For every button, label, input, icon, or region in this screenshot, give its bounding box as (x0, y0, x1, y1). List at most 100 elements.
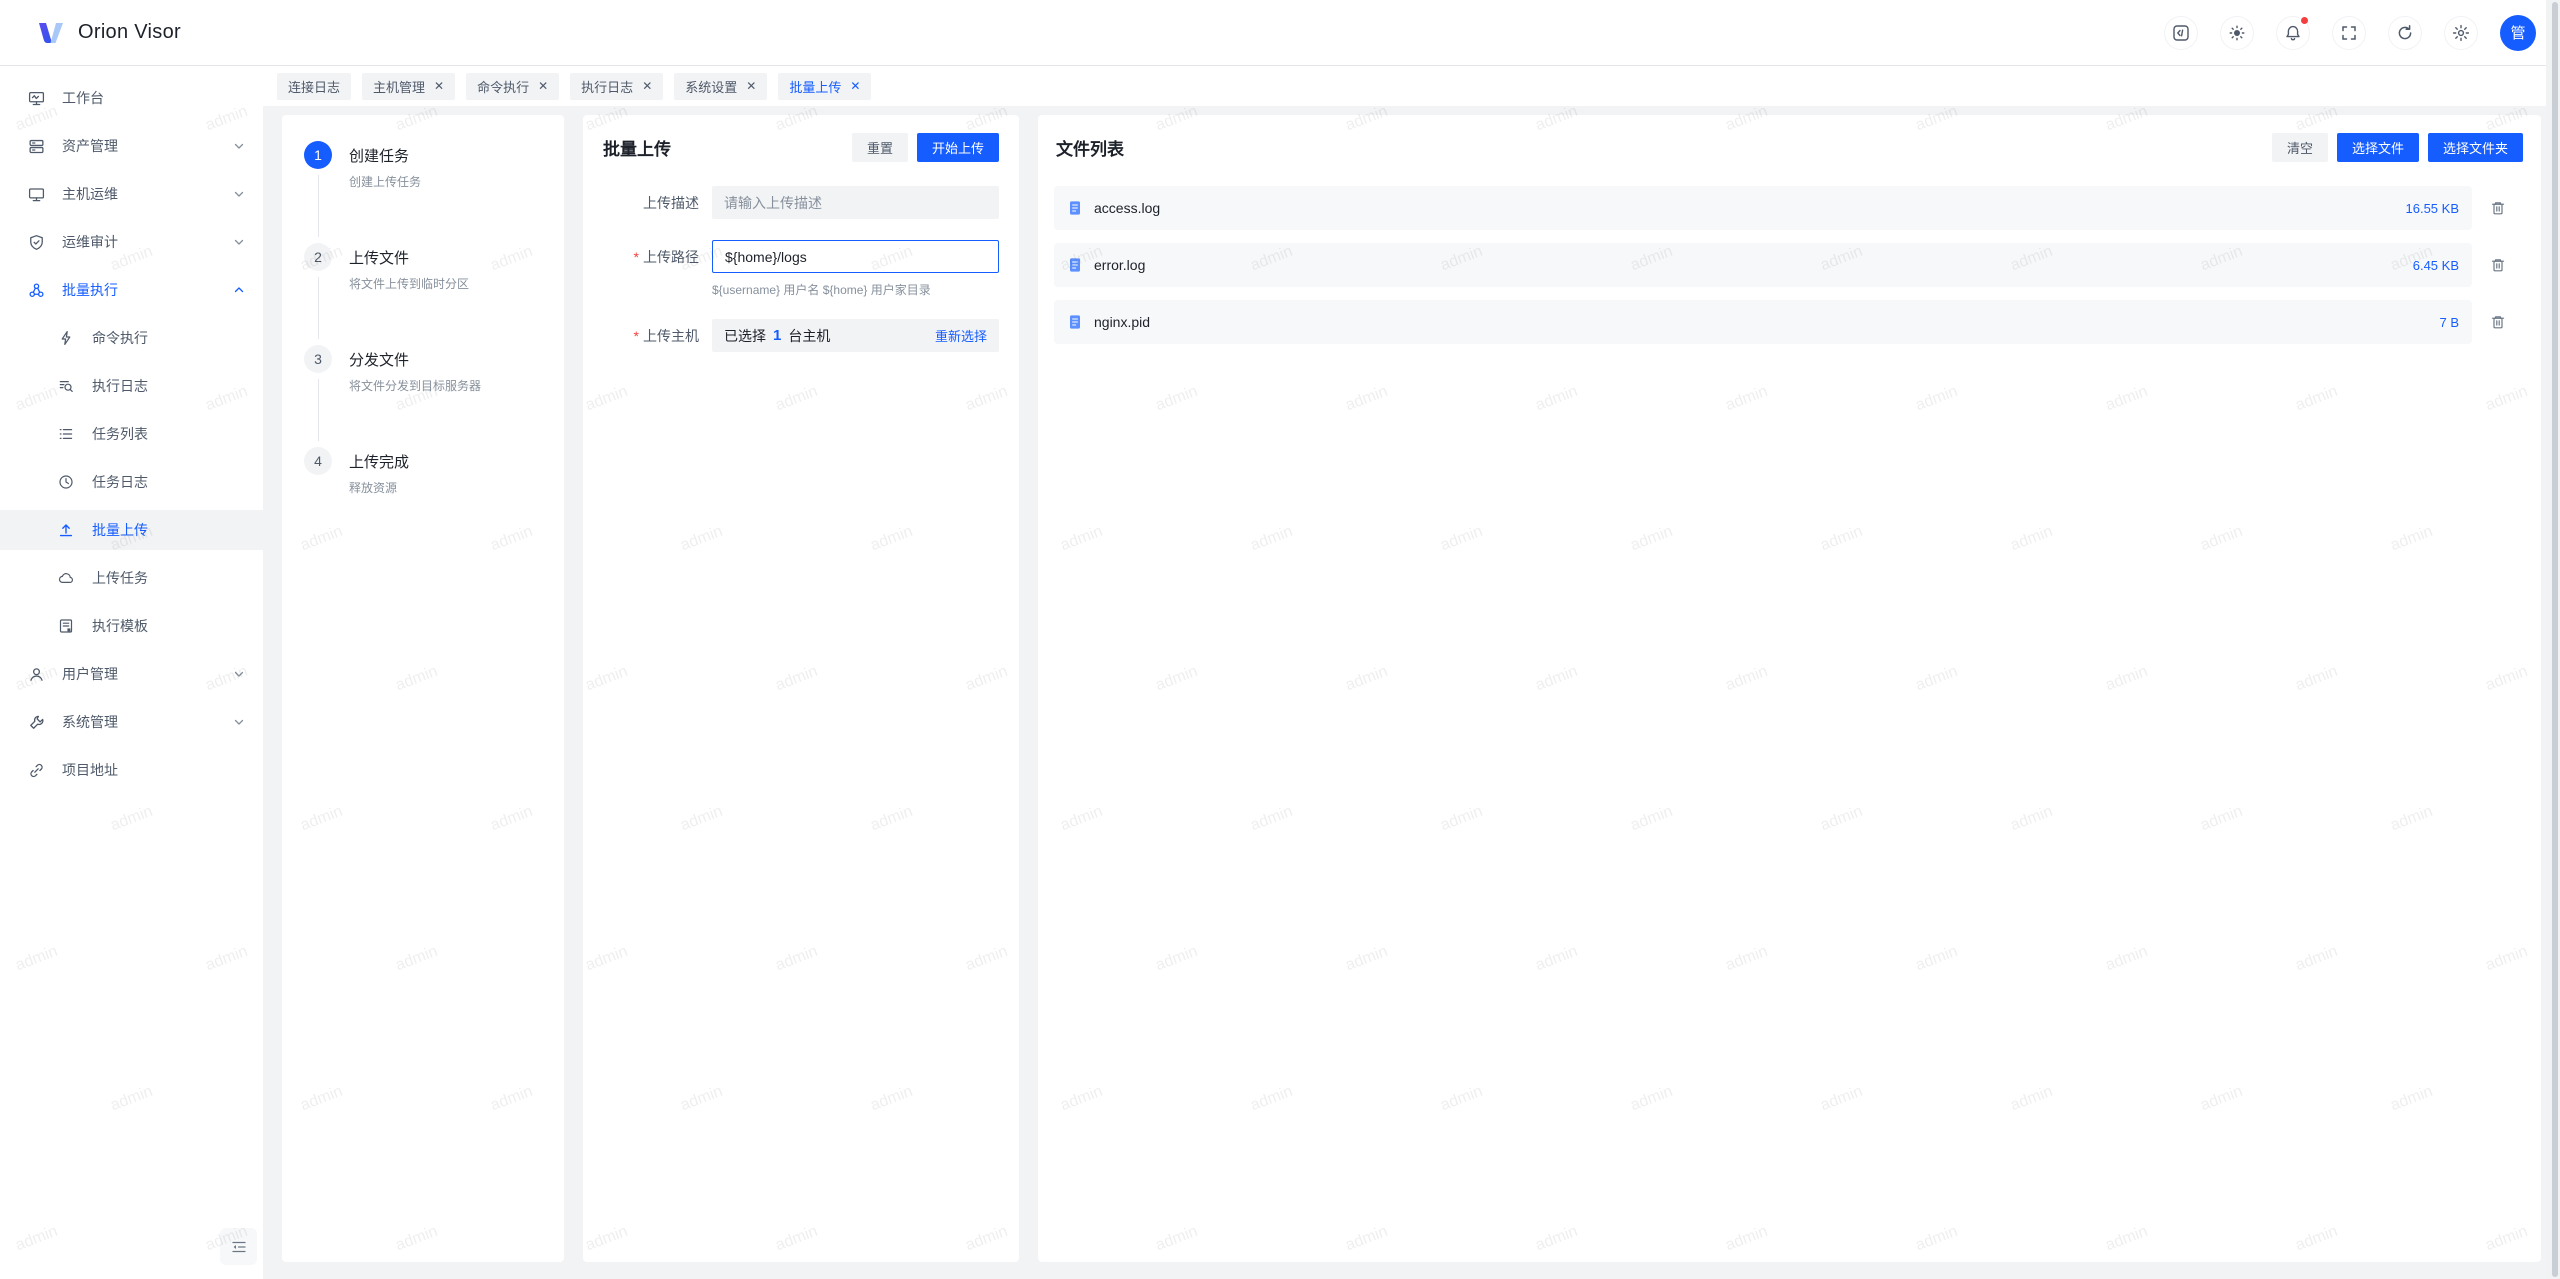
settings-gear-icon[interactable] (2444, 16, 2478, 50)
tab-command-exec[interactable]: 命令执行 ✕ (466, 73, 559, 100)
file-size: 6.45 KB (2413, 258, 2459, 273)
sidebar-item-user-mgmt[interactable]: 用户管理 (0, 654, 263, 694)
close-icon[interactable]: ✕ (434, 80, 444, 92)
refresh-icon[interactable] (2388, 16, 2422, 50)
sidebar-item-label: 批量执行 (62, 280, 118, 300)
reselect-hosts-link[interactable]: 重新选择 (935, 326, 987, 345)
file-name: nginx.pid (1094, 314, 1150, 330)
sidebar-item-task-log[interactable]: 任务日志 (0, 462, 263, 502)
sidebar-item-host-ops[interactable]: 主机运维 (0, 174, 263, 214)
start-upload-button[interactable]: 开始上传 (917, 133, 999, 162)
sidebar-item-task-list[interactable]: 任务列表 (0, 414, 263, 454)
main-area: 连接日志 主机管理 ✕ 命令执行 ✕ 执行日志 ✕ 系统设置 ✕ 批量上传 ✕ (263, 66, 2560, 1279)
step-create-task: 1 创建任务 创建上传任务 (304, 141, 542, 243)
file-size: 16.55 KB (2406, 201, 2460, 216)
file-row: error.log 6.45 KB (1054, 243, 2472, 287)
notifications-bell-icon[interactable] (2276, 16, 2310, 50)
step-number: 1 (304, 141, 332, 169)
step-title: 分发文件 (349, 345, 481, 370)
delete-file-icon[interactable] (2490, 200, 2507, 216)
tab-sys-settings[interactable]: 系统设置 ✕ (674, 73, 767, 100)
step-desc: 创建上传任务 (349, 173, 421, 190)
close-icon[interactable]: ✕ (746, 80, 756, 92)
step-upload-files: 2 上传文件 将文件上传到临时分区 (304, 243, 542, 345)
delete-file-icon[interactable] (2490, 314, 2507, 330)
chevron-up-icon (233, 284, 245, 296)
tab-label: 连接日志 (288, 77, 340, 96)
upload-path-input[interactable] (712, 240, 999, 273)
fullscreen-icon[interactable] (2332, 16, 2366, 50)
code-square-icon[interactable] (2164, 16, 2198, 50)
theme-toggle-icon[interactable] (2220, 16, 2254, 50)
file-line: nginx.pid 7 B (1054, 300, 2523, 344)
step-distribute-files: 3 分发文件 将文件分发到目标服务器 (304, 345, 542, 447)
sidebar-item-exec-template[interactable]: 执行模板 (0, 606, 263, 646)
clock-icon (58, 474, 75, 491)
sidebar-item-command-exec[interactable]: 命令执行 (0, 318, 263, 358)
tab-host-mgmt[interactable]: 主机管理 ✕ (362, 73, 455, 100)
reset-button[interactable]: 重置 (852, 133, 908, 162)
sidebar-item-batch-exec[interactable]: 批量执行 (0, 270, 263, 310)
list-icon (58, 426, 75, 443)
sidebar-item-label: 项目地址 (62, 760, 118, 780)
assets-icon (28, 138, 45, 155)
sidebar-item-project-url[interactable]: 项目地址 (0, 750, 263, 790)
path-hint: ${username} 用户名 ${home} 用户家目录 (712, 281, 999, 298)
file-icon (1067, 200, 1083, 216)
user-avatar[interactable]: 管 (2500, 15, 2536, 51)
tab-connect-log[interactable]: 连接日志 (277, 73, 351, 100)
description-label: 上传描述 (603, 186, 699, 219)
sidebar-item-batch-upload[interactable]: 批量上传 (0, 510, 263, 550)
sidebar-item-exec-log[interactable]: 执行日志 (0, 366, 263, 406)
window-scrollbar[interactable] (2546, 0, 2560, 1279)
topbar-actions: 管 (2164, 15, 2536, 51)
link-icon (28, 762, 45, 779)
lightning-icon (58, 330, 75, 347)
close-icon[interactable]: ✕ (642, 80, 652, 92)
sidebar-item-label: 任务列表 (92, 424, 148, 444)
cloud-icon (58, 570, 75, 587)
file-size: 7 B (2439, 315, 2459, 330)
select-file-button[interactable]: 选择文件 (2337, 133, 2419, 162)
file-line: access.log 16.55 KB (1054, 186, 2523, 230)
tab-exec-log[interactable]: 执行日志 ✕ (570, 73, 663, 100)
sidebar-item-sys-mgmt[interactable]: 系统管理 (0, 702, 263, 742)
delete-file-icon[interactable] (2490, 257, 2507, 273)
sidebar-item-label: 命令执行 (92, 328, 148, 348)
sidebar-item-label: 上传任务 (92, 568, 148, 588)
sidebar-item-assets[interactable]: 资产管理 (0, 126, 263, 166)
upload-form-panel: 批量上传 重置 开始上传 上传描述 上传路径 ${ (583, 115, 1019, 1262)
collapse-sidebar-button[interactable] (220, 1228, 257, 1265)
sidebar-item-label: 资产管理 (62, 136, 118, 156)
brand: Orion Visor (36, 18, 181, 48)
tab-batch-upload[interactable]: 批量上传 ✕ (778, 73, 871, 100)
sidebar-item-label: 工作台 (62, 88, 104, 108)
close-icon[interactable]: ✕ (538, 80, 548, 92)
step-number: 4 (304, 447, 332, 475)
file-row: nginx.pid 7 B (1054, 300, 2472, 344)
close-icon[interactable]: ✕ (850, 80, 860, 92)
template-icon (58, 618, 75, 635)
sidebar-item-workbench[interactable]: 工作台 (0, 78, 263, 118)
chevron-down-icon (233, 188, 245, 200)
form-item-hosts: 上传主机 已选择 1 台主机 重新选择 (603, 319, 999, 352)
path-label: 上传路径 (603, 240, 699, 298)
sidebar-item-upload-task[interactable]: 上传任务 (0, 558, 263, 598)
scrollbar-thumb[interactable] (2552, 2, 2558, 1277)
tabbar: 连接日志 主机管理 ✕ 命令执行 ✕ 执行日志 ✕ 系统设置 ✕ 批量上传 ✕ (263, 66, 2560, 106)
panel-title: 文件列表 (1056, 135, 1124, 160)
step-number: 3 (304, 345, 332, 373)
clear-files-button[interactable]: 清空 (2272, 133, 2328, 162)
step-desc: 将文件分发到目标服务器 (349, 377, 481, 394)
step-number: 2 (304, 243, 332, 271)
panel-title: 批量上传 (603, 135, 671, 160)
sidebar-item-audit[interactable]: 运维审计 (0, 222, 263, 262)
file-line: error.log 6.45 KB (1054, 243, 2523, 287)
sidebar: 工作台 资产管理 主机运维 (0, 66, 263, 1279)
select-folder-button[interactable]: 选择文件夹 (2428, 133, 2523, 162)
file-list-panel: 文件列表 清空 选择文件 选择文件夹 access.log 16 (1038, 115, 2541, 1262)
sidebar-item-label: 主机运维 (62, 184, 118, 204)
upload-description-input[interactable] (712, 186, 999, 219)
step-title: 上传完成 (349, 447, 409, 472)
chevron-down-icon (233, 236, 245, 248)
